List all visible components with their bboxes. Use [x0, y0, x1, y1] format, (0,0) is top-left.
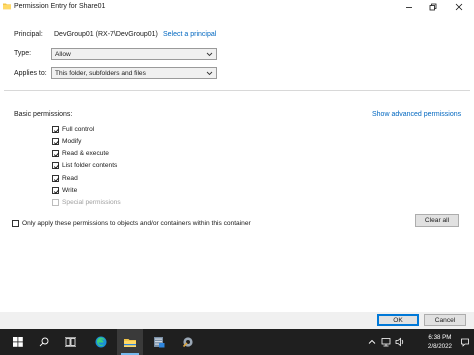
permission-modify[interactable]: Modify: [52, 136, 81, 146]
close-button[interactable]: [446, 0, 472, 14]
checkmark-icon: [53, 164, 60, 169]
network-icon[interactable]: [381, 337, 391, 347]
type-select-value: Allow: [55, 51, 71, 58]
start-icon: [13, 337, 23, 347]
principal-label: Principal:: [14, 31, 43, 38]
checkmark-icon: [53, 140, 60, 145]
restore-button[interactable]: [420, 0, 446, 14]
volume-icon[interactable]: [395, 337, 405, 347]
permission-label: Read & execute: [62, 149, 109, 157]
checkbox: [52, 198, 59, 206]
edge-icon: [95, 336, 107, 348]
permission-label: Read: [62, 174, 78, 182]
taskbar-file-explorer[interactable]: [117, 329, 143, 355]
permission-full-control[interactable]: Full control: [52, 124, 94, 134]
permission-label: Special permissions: [62, 198, 121, 206]
principal-value: DevGroup01 (RX-7\DevGroup01): [54, 31, 158, 38]
checkbox[interactable]: [52, 186, 60, 194]
checkbox[interactable]: [52, 137, 60, 145]
search-icon: [39, 337, 49, 347]
system-clock[interactable]: 6:38 PM 2/8/2022: [428, 333, 452, 351]
checkmark-icon: [53, 189, 60, 194]
checkmark-icon: [53, 177, 60, 182]
section-divider: [4, 90, 470, 91]
ok-button[interactable]: OK: [377, 314, 419, 326]
applies-to-select[interactable]: This folder, subfolders and files: [51, 67, 217, 79]
checkbox[interactable]: [12, 219, 19, 227]
server-manager-icon: [154, 337, 165, 348]
permission-label: List folder contents: [62, 161, 118, 169]
type-select[interactable]: Allow: [51, 48, 217, 60]
permission-read-execute[interactable]: Read & execute: [52, 148, 109, 158]
chevron-down-icon: [206, 52, 213, 57]
checkbox[interactable]: [52, 125, 60, 133]
taskbar-server-manager[interactable]: [146, 329, 172, 355]
clear-all-button[interactable]: Clear all: [415, 214, 459, 227]
permissions-section: Basic permissions: Show advanced permiss…: [0, 92, 474, 304]
cancel-button[interactable]: Cancel: [424, 314, 466, 326]
file-explorer-icon: [124, 338, 136, 347]
checkbox[interactable]: [52, 174, 60, 182]
title-bar: Permission Entry for Share01: [0, 0, 474, 14]
permission-label: Write: [62, 186, 78, 194]
window-title: Permission Entry for Share01: [14, 3, 106, 10]
taskbar-edge[interactable]: [88, 329, 114, 355]
show-advanced-permissions-link[interactable]: Show advanced permissions: [372, 111, 461, 118]
chevron-up-icon[interactable]: [367, 337, 377, 347]
permission-read[interactable]: Read: [52, 173, 78, 183]
permission-label: Full control: [62, 125, 95, 133]
clock-date: 2/8/2022: [427, 343, 452, 350]
minimize-button[interactable]: [396, 0, 422, 14]
only-apply-option[interactable]: Only apply these permissions to objects …: [12, 218, 251, 228]
taskbar: 6:38 PM 2/8/2022: [0, 329, 474, 355]
checkbox[interactable]: [52, 149, 60, 157]
task-view-button[interactable]: [57, 329, 83, 355]
applies-to-label: Applies to:: [14, 70, 47, 77]
notification-icon[interactable]: [460, 337, 470, 347]
permission-write[interactable]: Write: [52, 185, 77, 195]
dialog-button-bar: OK Cancel: [0, 312, 474, 329]
principal-section: Principal: DevGroup01 (RX-7\DevGroup01) …: [0, 14, 474, 89]
permission-label: Modify: [62, 137, 82, 145]
select-principal-link[interactable]: Select a principal: [163, 31, 216, 38]
type-label: Type:: [14, 50, 32, 57]
start-button[interactable]: [5, 329, 31, 355]
basic-permissions-heading: Basic permissions:: [14, 111, 73, 118]
checkmark-icon: [53, 128, 60, 133]
task-view-icon: [64, 337, 76, 347]
minimize-icon: [406, 7, 412, 8]
only-apply-label: Only apply these permissions to objects …: [22, 219, 251, 227]
applies-to-select-value: This folder, subfolders and files: [55, 70, 146, 77]
settings-icon: [182, 337, 193, 348]
permission-special-permissions: Special permissions: [52, 197, 121, 207]
clock-time: 6:38 PM: [428, 334, 452, 341]
permission-list-folder-contents[interactable]: List folder contents: [52, 160, 117, 170]
checkmark-icon: [53, 152, 60, 157]
search-button[interactable]: [31, 329, 57, 355]
close-icon: [455, 3, 463, 11]
folder-icon: [3, 3, 11, 10]
restore-icon: [429, 3, 437, 11]
taskbar-settings[interactable]: [175, 329, 201, 355]
checkbox[interactable]: [52, 161, 60, 169]
chevron-down-icon: [206, 71, 213, 76]
